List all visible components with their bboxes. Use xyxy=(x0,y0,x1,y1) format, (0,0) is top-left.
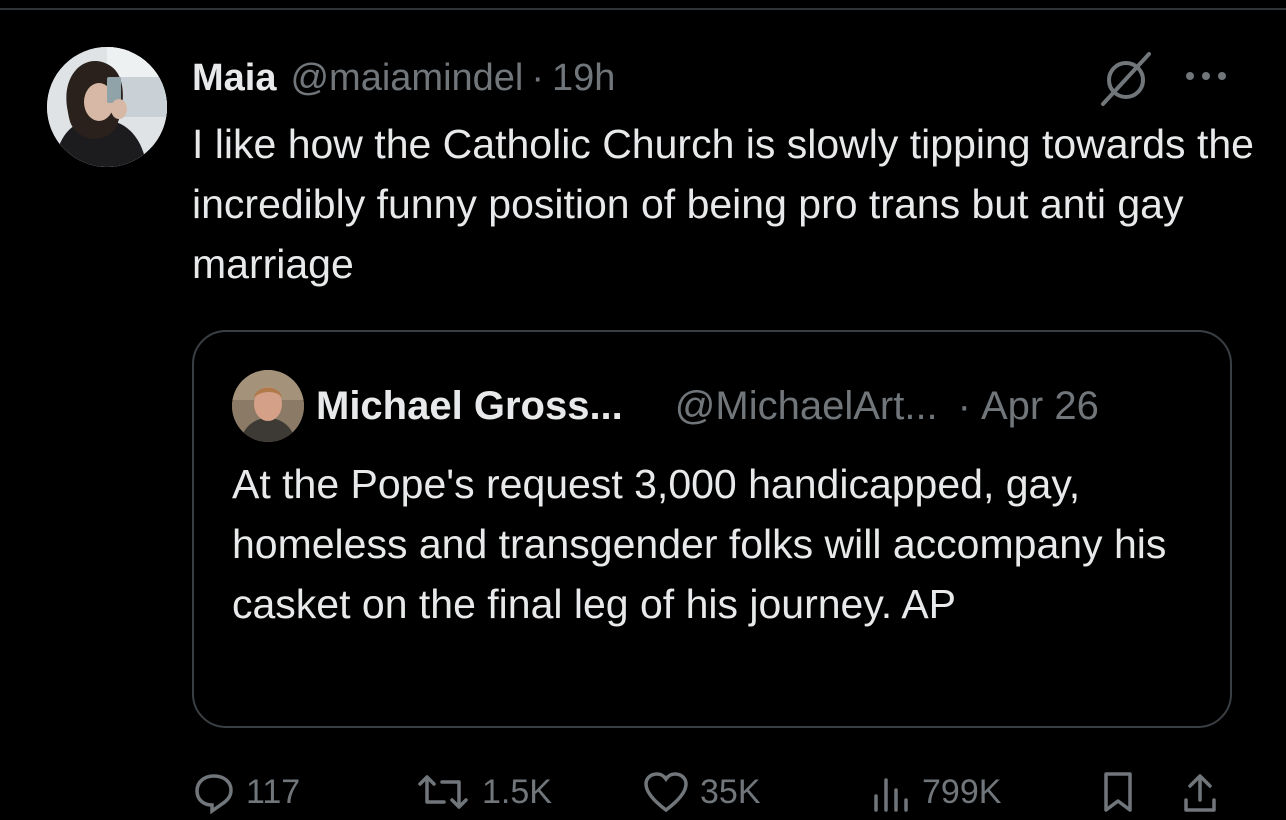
repost-button[interactable]: 1.5K xyxy=(414,770,552,814)
top-divider xyxy=(0,8,1286,10)
tweet-timestamp[interactable]: 19h xyxy=(552,57,615,100)
repost-count: 1.5K xyxy=(482,772,552,811)
quoted-timestamp[interactable]: Apr 26 xyxy=(981,384,1099,429)
separator-dot: · xyxy=(531,56,545,99)
quoted-tweet-card[interactable]: Michael Gross... @MichaelArt... · Apr 26… xyxy=(192,330,1232,728)
tweet-header: Maia @maiamindel · 19h xyxy=(192,50,615,106)
reply-icon xyxy=(195,774,233,814)
views-button[interactable]: 799K xyxy=(868,770,1001,814)
author-handle[interactable]: @maiamindel xyxy=(290,57,523,100)
action-bar: 117 1.5K 35K 799K xyxy=(192,770,1252,820)
quoted-tweet-text: At the Pope's request 3,000 handicapped,… xyxy=(232,461,1167,627)
more-options-icon[interactable] xyxy=(1182,60,1230,92)
views-chart-icon xyxy=(874,778,908,812)
quoted-separator-dot: · xyxy=(957,383,971,428)
share-icon xyxy=(1184,774,1216,812)
reply-count: 117 xyxy=(246,772,301,811)
quoted-author-avatar xyxy=(232,370,304,442)
author-name[interactable]: Maia xyxy=(192,57,276,100)
views-count: 799K xyxy=(922,772,1002,811)
quoted-author-name[interactable]: Michael Gross... xyxy=(316,384,623,429)
like-button[interactable]: 35K xyxy=(642,770,761,814)
bookmark-icon xyxy=(1104,772,1132,812)
author-avatar[interactable] xyxy=(47,47,167,167)
reply-button[interactable]: 117 xyxy=(192,770,300,814)
quoted-tweet-header: Michael Gross... @MichaelArt... · Apr 26 xyxy=(316,376,1099,436)
avatar-photo xyxy=(47,47,167,167)
grok-icon[interactable] xyxy=(1097,50,1157,108)
repost-icon xyxy=(418,775,468,809)
like-count: 35K xyxy=(700,772,761,811)
share-button[interactable] xyxy=(1180,770,1230,814)
heart-icon xyxy=(644,772,688,813)
quoted-author-handle[interactable]: @MichaelArt... xyxy=(675,384,938,429)
bookmark-button[interactable] xyxy=(1098,770,1148,814)
quoted-avatar-photo xyxy=(232,370,304,442)
tweet-text: I like how the Catholic Church is slowly… xyxy=(192,121,1254,287)
